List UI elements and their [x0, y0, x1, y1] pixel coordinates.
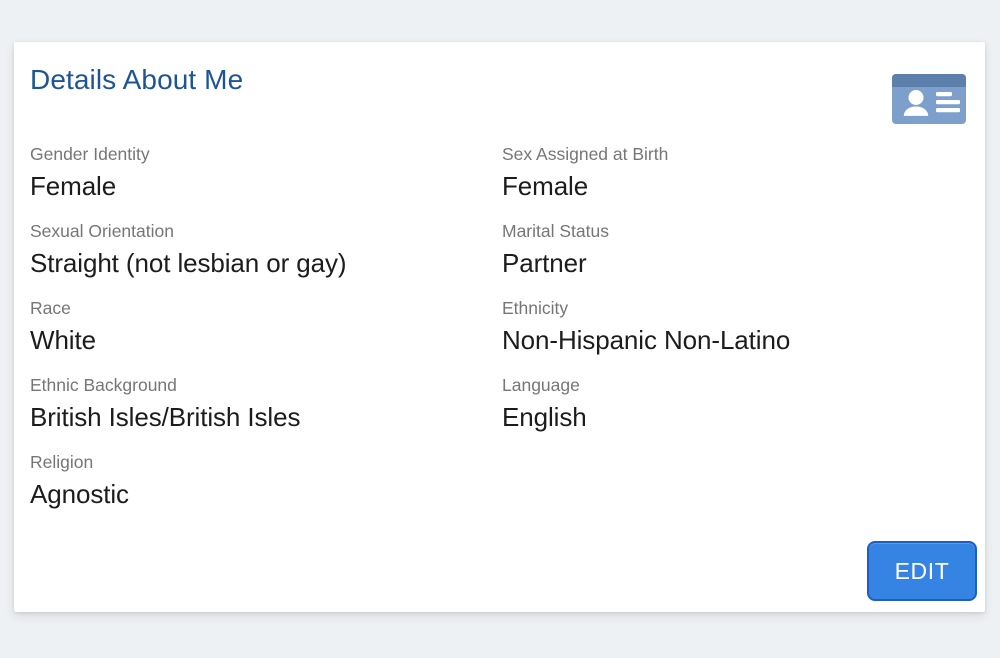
field-value: British Isles/British Isles	[30, 402, 301, 432]
field-value: Non-Hispanic Non-Latino	[502, 325, 791, 355]
details-column-left: Gender Identity Female Sexual Orientatio…	[30, 142, 500, 527]
field-label: Race	[30, 298, 71, 318]
field-ethnicity: Ethnicity Non-Hispanic Non-Latino	[502, 296, 962, 373]
field-label: Marital Status	[502, 221, 609, 241]
field-race: Race White	[30, 296, 500, 373]
field-sexual-orientation: Sexual Orientation Straight (not lesbian…	[30, 219, 500, 296]
field-label: Sex Assigned at Birth	[502, 144, 669, 164]
edit-button[interactable]: EDIT	[867, 541, 977, 601]
field-language: Language English	[502, 373, 962, 450]
field-value: Straight (not lesbian or gay)	[30, 248, 347, 278]
field-ethnic-background: Ethnic Background British Isles/British …	[30, 373, 500, 450]
field-label: Ethnic Background	[30, 375, 177, 395]
field-value: English	[502, 402, 587, 432]
field-label: Language	[502, 375, 580, 395]
page-title: Details About Me	[30, 64, 244, 95]
field-value: Female	[502, 171, 589, 201]
field-value: White	[30, 325, 96, 355]
field-label: Gender Identity	[30, 144, 150, 164]
field-gender-identity: Gender Identity Female	[30, 142, 500, 219]
field-value: Agnostic	[30, 479, 129, 509]
field-value: Female	[30, 171, 117, 201]
page-background: Details About Me Gender Identity Female	[0, 0, 1000, 658]
field-value: Partner	[502, 248, 587, 278]
field-religion: Religion Agnostic	[30, 450, 500, 527]
field-sex-assigned-at-birth: Sex Assigned at Birth Female	[502, 142, 962, 219]
field-label: Religion	[30, 452, 94, 472]
field-label: Sexual Orientation	[30, 221, 174, 241]
details-column-right: Sex Assigned at Birth Female Marital Sta…	[502, 142, 962, 450]
details-about-me-card: Details About Me Gender Identity Female	[14, 42, 985, 612]
field-marital-status: Marital Status Partner	[502, 219, 962, 296]
field-label: Ethnicity	[502, 298, 569, 318]
id-card-icon	[892, 74, 966, 124]
